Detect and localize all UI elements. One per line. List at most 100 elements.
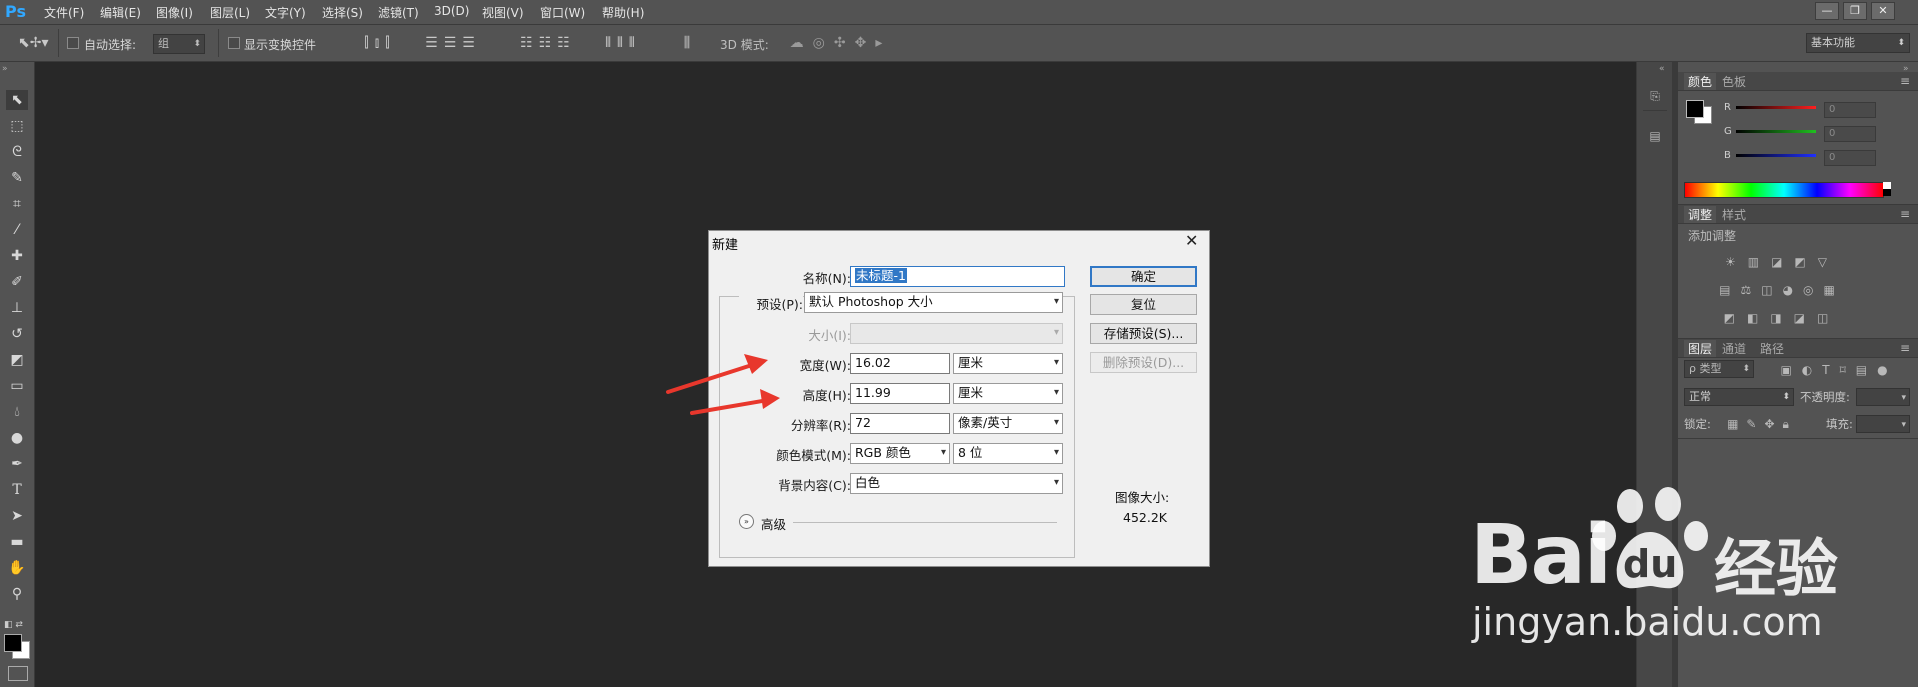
tab-channels[interactable]: 通道 — [1722, 340, 1746, 357]
ok-button[interactable]: 确定 — [1090, 266, 1197, 287]
menu-3d[interactable]: 3D(D) — [434, 4, 469, 18]
default-colors-icon[interactable]: ◧ ⇄ — [4, 620, 23, 630]
black-swatch[interactable] — [1883, 189, 1891, 196]
menu-filter[interactable]: 滤镜(T) — [378, 4, 419, 21]
brush-tool-icon[interactable]: ✐ — [6, 272, 28, 292]
fill-input[interactable]: ▾ — [1856, 415, 1910, 433]
menu-help[interactable]: 帮助(H) — [602, 4, 644, 21]
distribute-horizontal-icons[interactable]: ⫴⫴⫴ — [588, 35, 658, 51]
height-input[interactable]: 11.99 — [850, 383, 950, 404]
history-panel-icon[interactable]: ⎘ — [1645, 88, 1665, 104]
tab-styles[interactable]: 样式 — [1722, 206, 1746, 223]
color-mode-dropdown[interactable]: RGB 颜色 ▾ — [850, 443, 950, 464]
marquee-tool-icon[interactable]: ⬚ — [6, 116, 28, 136]
foreground-color-swatch[interactable] — [4, 634, 22, 652]
menu-layer[interactable]: 图层(L) — [210, 4, 250, 21]
move-tool-preset-icon[interactable]: ⬉✢▾ — [18, 35, 49, 51]
panel-menu-icon[interactable]: ≡ — [1900, 73, 1910, 89]
tab-paths[interactable]: 路径 — [1760, 340, 1784, 357]
collapse-icon[interactable]: » — [2, 64, 8, 74]
tab-layers[interactable]: 图层 — [1684, 340, 1717, 357]
width-unit-dropdown[interactable]: 厘米 ▾ — [953, 353, 1063, 374]
resolution-input[interactable]: 72 — [850, 413, 950, 434]
width-input[interactable]: 16.02 — [850, 353, 950, 374]
layer-filter-dropdown[interactable]: ρ 类型 ⬍ — [1684, 360, 1754, 378]
zoom-tool-icon[interactable]: ⚲ — [6, 584, 28, 604]
width-label: 宽度(W): — [799, 358, 851, 373]
align-vertical-icons[interactable]: ☰☰☰ — [418, 35, 488, 51]
color-spectrum-bar[interactable] — [1684, 182, 1884, 198]
restore-button[interactable]: ❐ — [1843, 2, 1867, 20]
save-preset-button[interactable]: 存储预设(S)... — [1090, 323, 1197, 344]
quick-mask-icon[interactable] — [8, 666, 28, 681]
adjustment-icons-row-2[interactable]: ▤⚖◫◕◎▦ — [1712, 282, 1852, 298]
distribute-icons[interactable]: ☷☷☷ — [508, 35, 588, 51]
blur-tool-icon[interactable]: 💧︎ — [6, 402, 28, 422]
preset-label: 预设(P): — [739, 294, 803, 313]
panel-menu-icon[interactable]: ≡ — [1900, 340, 1910, 356]
advanced-label: 高级 — [761, 517, 787, 532]
menu-image[interactable]: 图像(I) — [156, 4, 193, 21]
color-panel-foreground-swatch[interactable] — [1686, 100, 1704, 118]
layer-filter-icons[interactable]: ▣◐T⌑▤● — [1764, 362, 1914, 378]
advanced-expand-icon[interactable]: » — [739, 514, 754, 529]
panel-menu-icon[interactable]: ≡ — [1900, 206, 1910, 222]
gradient-tool-icon[interactable]: ▭ — [6, 376, 28, 396]
move-tool-icon[interactable]: ⬉ — [6, 90, 28, 110]
3d-mode-icons[interactable]: ☁◎✣✥▸ — [778, 35, 903, 51]
expand-dock-icon[interactable]: « — [1659, 64, 1665, 74]
clone-stamp-tool-icon[interactable]: ⊥ — [6, 298, 28, 318]
close-window-button[interactable]: ✕ — [1871, 2, 1895, 20]
dialog-close-button[interactable]: ✕ — [1185, 231, 1198, 250]
bit-depth-dropdown[interactable]: 8 位 ▾ — [953, 443, 1063, 464]
tab-adjustments[interactable]: 调整 — [1684, 206, 1717, 223]
workspace-dropdown[interactable]: 基本功能 ⬍ — [1806, 33, 1910, 53]
pen-tool-icon[interactable]: ✒ — [6, 454, 28, 474]
channel-b-input[interactable]: 0 — [1824, 150, 1876, 166]
white-swatch[interactable] — [1883, 182, 1891, 189]
menu-select[interactable]: 选择(S) — [322, 4, 363, 21]
show-transform-checkbox[interactable] — [228, 37, 240, 49]
history-brush-tool-icon[interactable]: ↺ — [6, 324, 28, 344]
opacity-input[interactable]: ▾ — [1856, 388, 1910, 406]
channel-b-slider[interactable] — [1736, 154, 1816, 157]
healing-brush-tool-icon[interactable]: ✚ — [6, 246, 28, 266]
tab-color[interactable]: 颜色 — [1684, 73, 1717, 90]
eyedropper-tool-icon[interactable]: ⁄ — [6, 220, 28, 240]
quick-select-tool-icon[interactable]: ✎ — [6, 168, 28, 188]
minimize-button[interactable]: — — [1815, 2, 1839, 20]
path-selection-tool-icon[interactable]: ➤ — [6, 506, 28, 526]
name-input[interactable]: 未标题-1 — [850, 266, 1065, 287]
channel-r-input[interactable]: 0 — [1824, 102, 1876, 118]
preset-dropdown[interactable]: 默认 Photoshop 大小 ▾ — [804, 292, 1063, 313]
channel-g-input[interactable]: 0 — [1824, 126, 1876, 142]
auto-select-dropdown[interactable]: 组 ⬍ — [153, 34, 205, 54]
auto-align-icon[interactable]: ⫼ — [676, 35, 698, 51]
crop-tool-icon[interactable]: ⌗ — [6, 194, 28, 214]
channel-g-slider[interactable] — [1736, 130, 1816, 133]
lock-icons[interactable]: ▦✎✥🔒︎ — [1722, 416, 1802, 432]
hand-tool-icon[interactable]: ✋ — [6, 558, 28, 578]
menu-edit[interactable]: 编辑(E) — [100, 4, 141, 21]
type-tool-icon[interactable]: T — [6, 480, 28, 500]
rectangle-tool-icon[interactable]: ▬ — [6, 532, 28, 552]
height-unit-dropdown[interactable]: 厘米 ▾ — [953, 383, 1063, 404]
tab-swatches[interactable]: 色板 — [1722, 73, 1746, 90]
reset-button[interactable]: 复位 — [1090, 294, 1197, 315]
auto-select-checkbox[interactable] — [67, 37, 79, 49]
menu-type[interactable]: 文字(Y) — [265, 4, 306, 21]
eraser-tool-icon[interactable]: ◩ — [6, 350, 28, 370]
blend-mode-dropdown[interactable]: 正常 ⬍ — [1684, 388, 1794, 406]
menu-view[interactable]: 视图(V) — [482, 4, 524, 21]
align-icons[interactable]: ⫿⫾⫿ — [340, 35, 420, 51]
resolution-unit-dropdown[interactable]: 像素/英寸 ▾ — [953, 413, 1063, 434]
dodge-tool-icon[interactable]: ● — [6, 428, 28, 448]
lasso-tool-icon[interactable]: ᘓ — [6, 142, 28, 162]
adjustment-icons-row-1[interactable]: ☀▥◪◩▽ — [1722, 254, 1842, 270]
channel-r-slider[interactable] — [1736, 106, 1816, 109]
menu-file[interactable]: 文件(F) — [44, 4, 84, 21]
menu-window[interactable]: 窗口(W) — [540, 4, 585, 21]
properties-panel-icon[interactable]: ▤ — [1645, 128, 1665, 144]
background-contents-dropdown[interactable]: 白色 ▾ — [850, 473, 1063, 494]
adjustment-icons-row-3[interactable]: ◩◧◨◪◫ — [1722, 310, 1842, 326]
